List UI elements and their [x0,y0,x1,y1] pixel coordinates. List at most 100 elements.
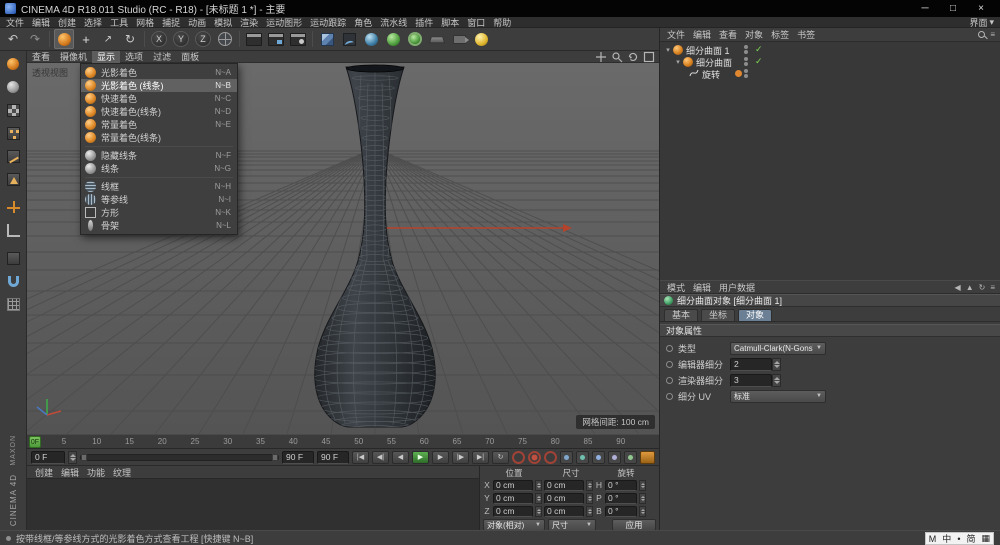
render-picture-viewer-button[interactable] [266,29,286,49]
workplane-button[interactable] [3,220,23,240]
pos-x-field[interactable]: 0 cm [493,480,533,491]
tab-object[interactable]: 对象 [738,309,772,321]
keying-settings-button[interactable] [640,451,655,464]
menu-create[interactable]: 创建 [54,16,80,29]
tag-icon[interactable] [735,70,742,77]
object-row-subdivision-1[interactable]: ▾ 细分曲面 1 ✓ [660,44,1000,56]
filter-menu-icon[interactable]: ≡ [990,30,995,39]
y-axis-lock-button[interactable]: Y [171,29,191,49]
scale-tool-button[interactable]: ↗ [98,29,118,49]
stepper[interactable] [586,480,593,491]
stepper[interactable] [639,506,646,517]
menu-item-skeleton[interactable]: 骨架N~L [81,219,237,232]
vp-menu-options[interactable]: 选项 [120,51,148,63]
modeling-tools-button[interactable] [383,29,403,49]
pin-icon[interactable]: ▲ [966,283,974,292]
timeline-playhead[interactable]: 0F [29,436,41,448]
mograph-tools-button[interactable] [405,29,425,49]
record-parameter-toggle[interactable] [608,451,621,464]
material-menu-texture[interactable]: 纹理 [109,466,135,479]
subdivide-uv-dropdown[interactable]: 标准 ▼ [730,390,826,403]
pos-z-field[interactable]: 0 cm [493,506,533,517]
material-menu-edit[interactable]: 编辑 [57,466,83,479]
model-mode-button[interactable] [3,77,23,97]
enable-axis-button[interactable] [3,197,23,217]
stepper[interactable] [535,493,542,504]
undo-button[interactable]: ↶ [3,29,23,49]
menu-plugins[interactable]: 插件 [411,16,437,29]
layout-switcher[interactable]: 界面 ▾ [969,16,1000,29]
tab-coordinates[interactable]: 坐标 [701,309,735,321]
stepper[interactable] [639,493,646,504]
ime-toolbar[interactable]: M 中 • 简 ▦ [925,532,994,545]
range-end-handle[interactable] [272,454,278,461]
timeline-ruler[interactable]: 0F 5 10 15 20 25 30 35 40 45 50 55 60 65… [27,434,659,449]
texture-mode-button[interactable] [3,100,23,120]
editor-subdivision-field[interactable]: 2 [730,358,772,371]
keyframe-selection-button[interactable] [544,451,557,464]
stepper[interactable] [772,374,781,387]
light-button[interactable] [471,29,491,49]
menu-item-box[interactable]: 方形N~K [81,206,237,219]
om-menu-file[interactable]: 文件 [663,28,689,41]
menu-edit[interactable]: 编辑 [28,16,54,29]
menu-snap[interactable]: 捕捉 [158,16,184,29]
menu-item-quick-shading[interactable]: 快速着色N~C [81,92,237,105]
menu-help[interactable]: 帮助 [489,16,515,29]
goto-end-button[interactable]: ▶| [472,451,489,464]
enabled-check-icon[interactable]: ✓ [755,56,763,67]
menu-item-constant-shading[interactable]: 常量着色N~E [81,118,237,131]
range-start-handle[interactable] [81,454,87,461]
edges-mode-button[interactable] [3,146,23,166]
object-manager-list[interactable]: ▾ 细分曲面 1 ✓ ▾ 细分曲面 ✓ 旋转 [660,42,1000,280]
visibility-dots-icon[interactable] [744,57,748,66]
redo-button[interactable]: ↷ [25,29,45,49]
ime-keyboard-icon[interactable]: ▦ [978,533,993,544]
camera-button[interactable] [449,29,469,49]
minimize-button[interactable]: ─ [911,0,939,17]
viewport-camera-label[interactable]: 透视视图 [32,66,68,79]
range-a-field[interactable]: 90 F [282,451,314,464]
object-properties-section[interactable]: 对象属性 [660,324,1000,337]
spline-pen-button[interactable] [339,29,359,49]
vp-menu-display[interactable]: 显示 [92,51,120,63]
live-selection-button[interactable] [54,29,74,49]
goto-start-button[interactable]: |◀ [352,451,369,464]
om-menu-objects[interactable]: 对象 [741,28,767,41]
menu-item-gouraud-shading[interactable]: 光影着色N~A [81,66,237,79]
ime-mode[interactable]: M [926,534,940,544]
previous-key-button[interactable]: ◀| [372,451,389,464]
cycle-icon[interactable]: ↻ [979,283,986,292]
size-y-field[interactable]: 0 cm [544,493,584,504]
subdivision-surface-button[interactable] [361,29,381,49]
toggle-view-icon[interactable] [643,51,655,63]
current-frame-stepper[interactable] [68,451,77,464]
om-menu-edit[interactable]: 编辑 [689,28,715,41]
menu-item-isoparms[interactable]: 等参线N~I [81,193,237,206]
menu-mograph[interactable]: 运动图形 [262,16,306,29]
menu-character[interactable]: 角色 [350,16,376,29]
perspective-viewport[interactable]: 透视视图 网格间距: 100 cm 光影着色N~A 光影着色 (线条)N~B 快… [27,63,659,434]
rotate-tool-button[interactable]: ↻ [120,29,140,49]
vp-menu-cameras[interactable]: 摄像机 [55,51,92,63]
vp-menu-panel[interactable]: 面板 [176,51,204,63]
zoom-camera-icon[interactable] [611,51,623,63]
current-frame-field[interactable]: 0 F [31,451,65,464]
rot-p-field[interactable]: 0 ° [605,493,637,504]
menu-item-hidden-line[interactable]: 隐藏线条N~F [81,149,237,162]
menu-item-gouraud-shading-lines[interactable]: 光影着色 (线条)N~B [81,79,237,92]
stepper[interactable] [772,358,781,371]
menu-item-lines[interactable]: 线条N~G [81,162,237,175]
menu-window[interactable]: 窗口 [463,16,489,29]
object-name[interactable]: 旋转 [702,68,720,81]
environment-button[interactable] [427,29,447,49]
material-menu-create[interactable]: 创建 [31,466,57,479]
panel-menu-icon[interactable]: ≡ [990,283,995,292]
rot-h-field[interactable]: 0 ° [605,480,637,491]
am-menu-user-data[interactable]: 用户数据 [715,281,759,294]
stepper[interactable] [586,506,593,517]
points-mode-button[interactable] [3,123,23,143]
make-editable-button[interactable] [3,54,23,74]
stepper[interactable] [535,480,542,491]
move-tool-button[interactable]: + [76,29,96,49]
